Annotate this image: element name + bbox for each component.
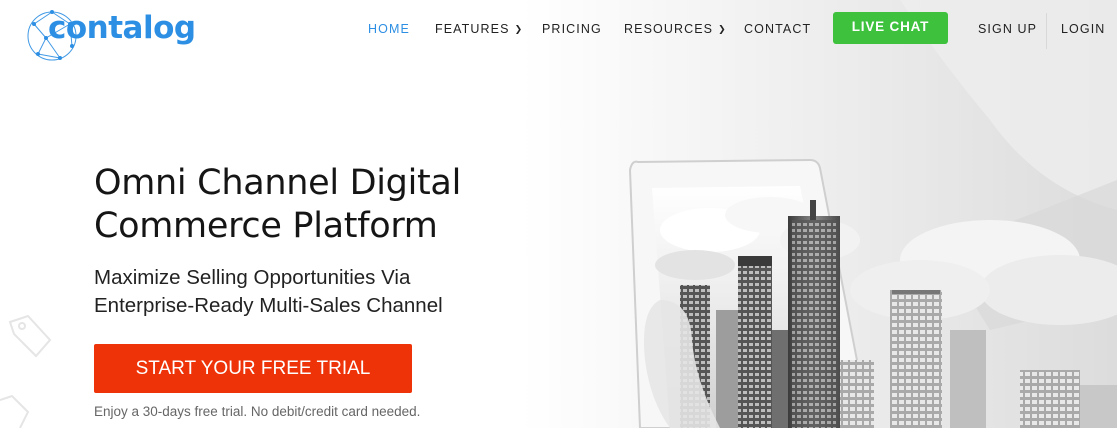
nav-home[interactable]: HOME — [368, 22, 410, 36]
site-header: contalog HOME FEATURES ❯ PRICING RESOURCE… — [0, 0, 1117, 61]
nav-features[interactable]: FEATURES ❯ — [435, 22, 523, 36]
price-tag-icon — [0, 314, 52, 428]
hero-title: Omni Channel Digital Commerce Platform — [94, 162, 564, 248]
nav-resources[interactable]: RESOURCES ❯ — [624, 22, 727, 36]
hero-subtitle: Maximize Selling Opportunities Via Enter… — [94, 264, 514, 320]
nav-resources-label: RESOURCES — [624, 22, 714, 36]
hero-image — [520, 0, 1117, 428]
live-chat-button[interactable]: LIVE CHAT — [833, 12, 948, 44]
nav-contact[interactable]: CONTACT — [744, 22, 811, 36]
nav-pricing[interactable]: PRICING — [542, 22, 602, 36]
nav-features-label: FEATURES — [435, 22, 510, 36]
start-free-trial-button[interactable]: START YOUR FREE TRIAL — [94, 344, 412, 393]
nav-divider — [1046, 13, 1047, 49]
hero-title-line1: Omni Channel Digital — [94, 163, 462, 203]
hero-title-line2: Commerce Platform — [94, 206, 438, 246]
trial-note: Enjoy a 30-days free trial. No debit/cre… — [94, 404, 421, 419]
nav-login[interactable]: LOGIN — [1061, 22, 1105, 36]
chevron-down-icon: ❯ — [514, 24, 524, 34]
hero-subtitle-line1: Maximize Selling Opportunities Via — [94, 266, 411, 289]
nav-sign-up[interactable]: SIGN UP — [978, 22, 1037, 36]
main-nav: HOME FEATURES ❯ PRICING RESOURCES ❯ CONTAC… — [0, 0, 1117, 60]
chevron-down-icon: ❯ — [718, 24, 727, 34]
hero-subtitle-line2: Enterprise-Ready Multi-Sales Channel — [94, 294, 443, 317]
